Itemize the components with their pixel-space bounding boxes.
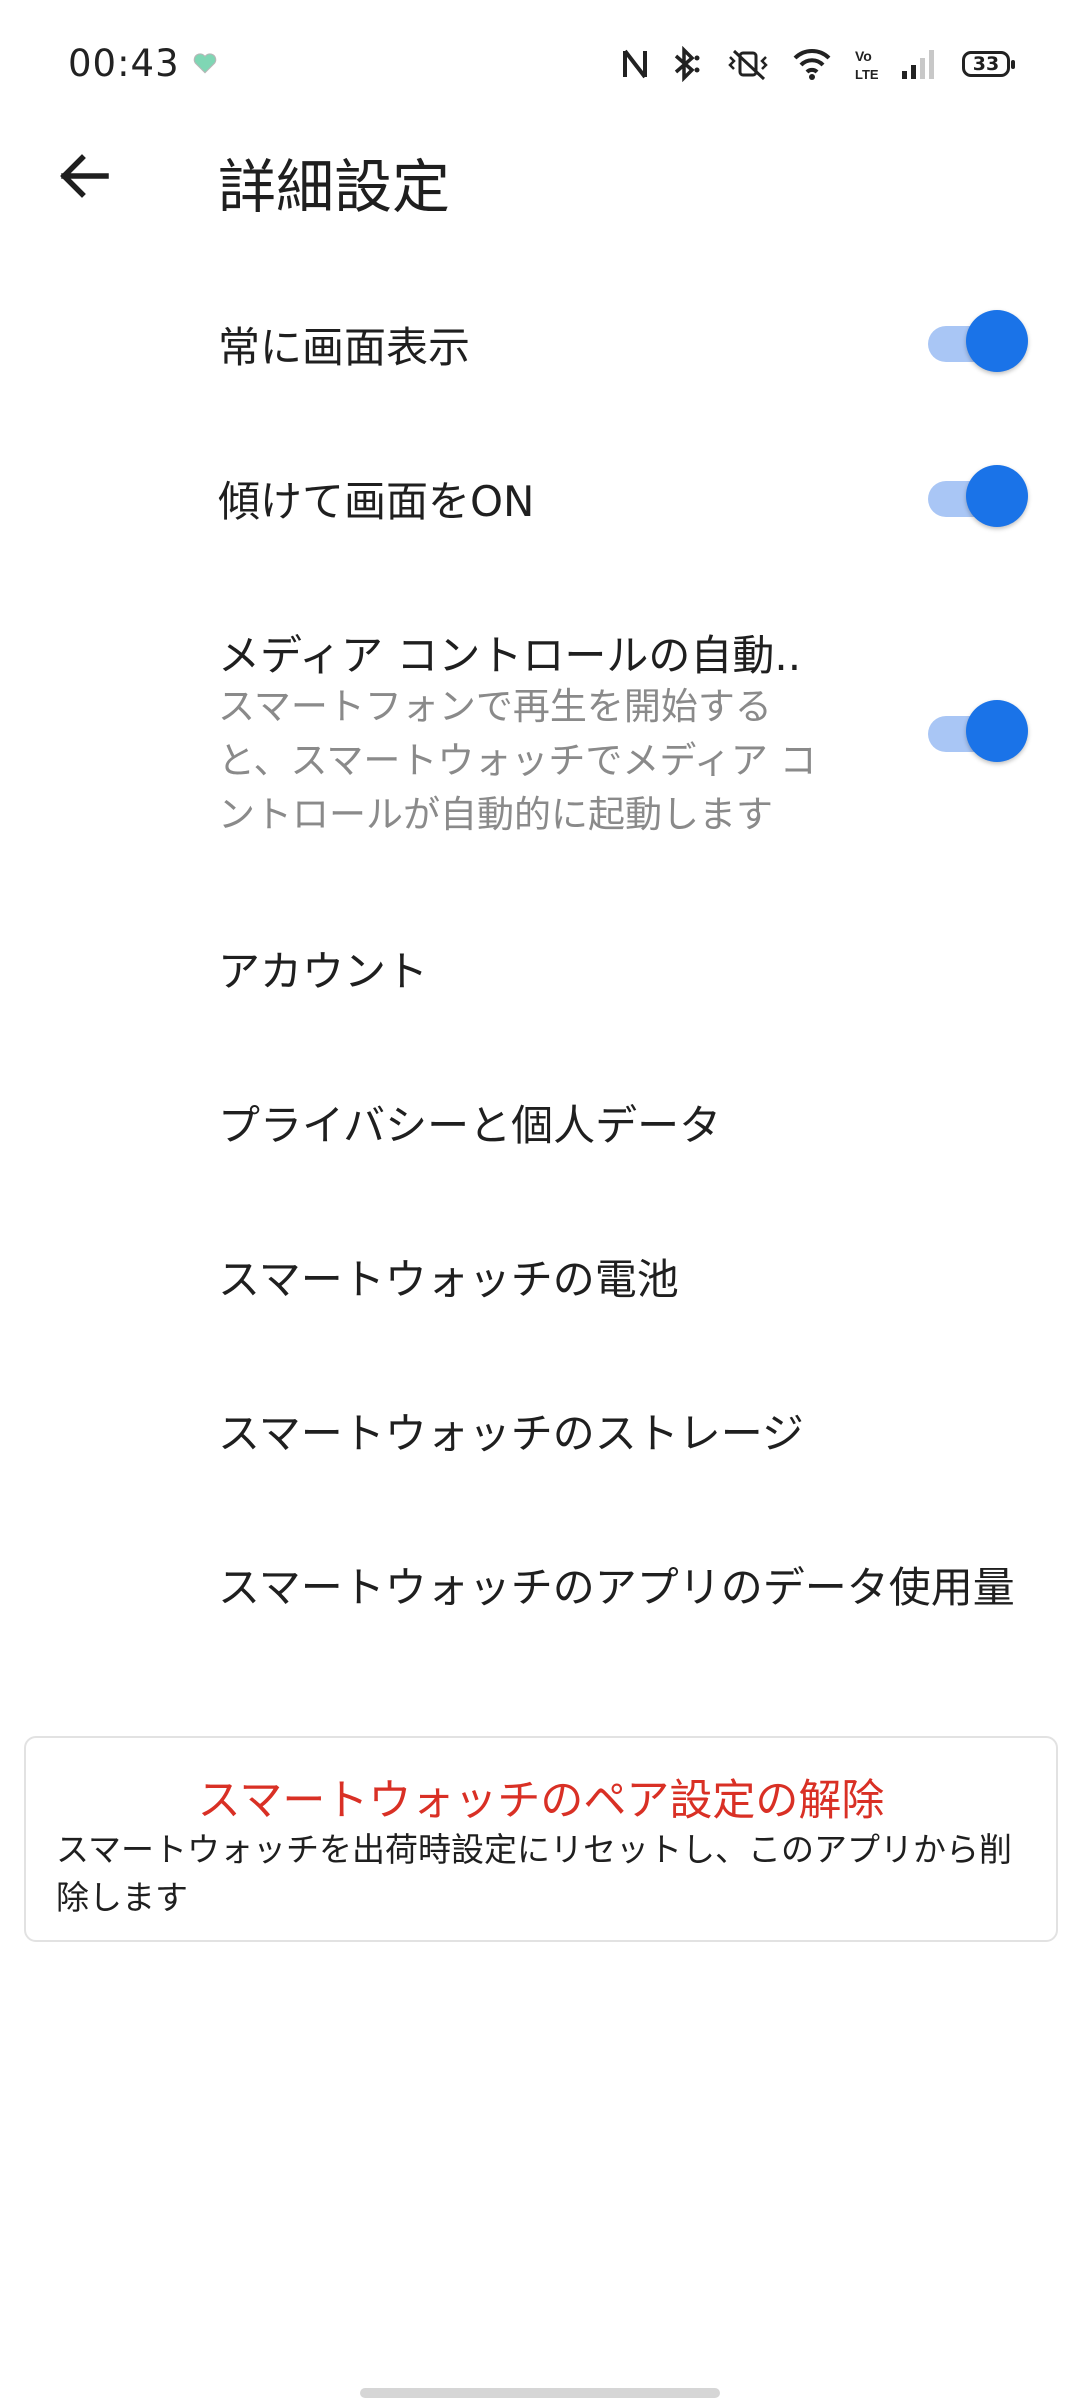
- setting-watch-battery[interactable]: スマートウォッチの電池: [218, 1246, 679, 1307]
- svg-text:LTE: LTE: [855, 67, 878, 82]
- tilt-to-wake-toggle[interactable]: [928, 465, 1028, 527]
- battery-icon: 33: [962, 51, 1015, 77]
- toggle-thumb: [966, 310, 1028, 372]
- setting-always-on-display[interactable]: 常に画面表示: [218, 314, 470, 375]
- setting-watch-app-data-usage[interactable]: スマートウォッチのアプリのデータ使用量: [218, 1554, 1015, 1615]
- toggle-thumb: [966, 465, 1028, 527]
- vibrate-mute-icon: [728, 49, 768, 81]
- unpair-watch-title: スマートウォッチのペア設定の解除: [197, 1776, 885, 1826]
- media-controls-description: スマートフォンで再生を開始すると、スマートウォッチでメディア コントロールが自動…: [218, 685, 817, 836]
- volte-icon: Vo LTE: [855, 48, 878, 82]
- svg-text:Vo: Vo: [855, 48, 872, 64]
- media-controls-toggle[interactable]: [928, 700, 1028, 762]
- setting-watch-storage[interactable]: スマートウォッチのストレージ: [218, 1400, 804, 1461]
- setting-account[interactable]: アカウント: [218, 938, 428, 999]
- unpair-watch-card[interactable]: スマートウォッチのペア設定の解除 スマートウォッチを出荷時設定にリセットし、この…: [24, 1736, 1058, 1942]
- unpair-watch-description: スマートウォッチを出荷時設定にリセットし、このアプリから削除します: [56, 1830, 1013, 1917]
- page-title: 詳細設定: [218, 153, 451, 221]
- home-indicator[interactable]: [360, 2388, 720, 2398]
- arrow-left-icon[interactable]: [56, 148, 112, 204]
- always-on-display-toggle[interactable]: [928, 310, 1028, 372]
- setting-privacy-personal-data[interactable]: プライバシーと個人データ: [218, 1092, 721, 1153]
- nfc-icon: [623, 49, 647, 79]
- status-icons: Vo LTE 33: [622, 42, 1015, 86]
- wifi-icon: [793, 48, 831, 80]
- setting-tilt-to-wake[interactable]: 傾けて画面をON: [218, 468, 534, 529]
- heart-app-icon: [193, 53, 217, 74]
- setting-media-controls[interactable]: メディア コントロールの自動..: [218, 622, 801, 683]
- toggle-thumb: [966, 700, 1028, 762]
- status-time: 00:43: [68, 42, 180, 85]
- signal-icon: [902, 50, 934, 79]
- bluetooth-icon: [674, 46, 700, 82]
